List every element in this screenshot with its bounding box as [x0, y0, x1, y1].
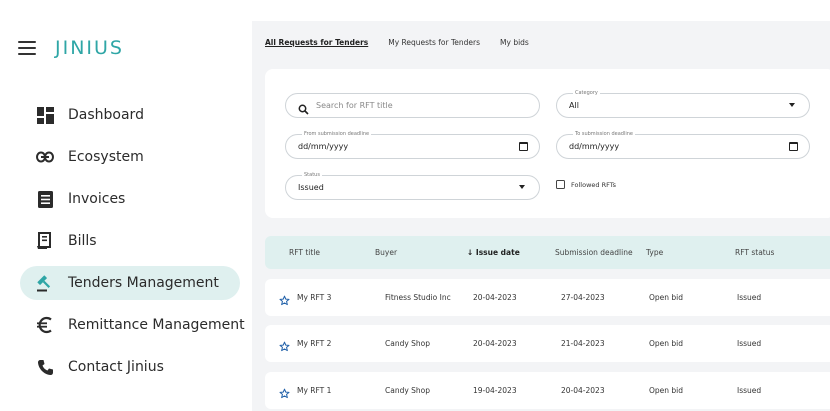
search-input[interactable]: Search for RFT title: [285, 93, 540, 118]
cell-type: Open bid: [649, 293, 684, 302]
table-header: RFT title Buyer ↓ Issue date Submission …: [265, 236, 830, 269]
app-logo: JINIUS: [55, 37, 124, 59]
sidebar-item-remittance-management[interactable]: Remittance Management: [20, 308, 245, 342]
sidebar-item-label: Ecosystem: [68, 149, 144, 165]
cell-submission-deadline: 27-04-2023: [561, 293, 605, 302]
cell-rft-status: Issued: [737, 293, 762, 302]
cell-rft-title: My RFT 1: [297, 386, 332, 395]
tab-all-requests[interactable]: All Requests for Tenders: [265, 38, 368, 47]
sidebar: JINIUS Dashboard Ecosystem Invoices Bill…: [0, 0, 252, 411]
category-select[interactable]: Category All: [556, 89, 810, 118]
star-icon[interactable]: [279, 337, 290, 352]
cell-buyer: Fitness Studio Inc: [385, 293, 451, 302]
search-icon: [298, 100, 309, 115]
from-deadline-label: From submission deadline: [302, 130, 372, 138]
filter-panel: Search for RFT title Category All From s…: [265, 69, 830, 218]
table-row[interactable]: My RFT 3 Fitness Studio Inc 20-04-2023 2…: [265, 279, 830, 316]
sidebar-item-label: Remittance Management: [68, 317, 245, 333]
menu-icon[interactable]: [18, 41, 36, 55]
main-content: All Requests for Tenders My Requests for…: [252, 21, 830, 411]
column-header-rft-status[interactable]: RFT status: [735, 248, 774, 257]
cell-rft-title: My RFT 3: [297, 293, 332, 302]
followed-rfts-toggle[interactable]: Followed RFTs: [556, 180, 616, 189]
category-value: All: [569, 101, 579, 110]
sidebar-nav: Dashboard Ecosystem Invoices Bills Tende…: [20, 98, 245, 392]
sidebar-item-contact-jinius[interactable]: Contact Jinius: [20, 350, 240, 384]
sidebar-item-tenders-management[interactable]: Tenders Management: [20, 266, 240, 300]
column-header-issue-date[interactable]: ↓ Issue date: [467, 248, 520, 257]
euro-icon: [35, 315, 55, 335]
to-deadline-field[interactable]: To submission deadline dd/mm/yyyy: [556, 130, 810, 159]
link-icon: [35, 147, 55, 167]
tab-my-requests[interactable]: My Requests for Tenders: [388, 38, 480, 47]
to-deadline-label: To submission deadline: [573, 130, 635, 138]
search-placeholder: Search for RFT title: [316, 101, 393, 110]
sidebar-item-bills[interactable]: Bills: [20, 224, 240, 258]
dashboard-icon: [35, 105, 55, 125]
sidebar-item-dashboard[interactable]: Dashboard: [20, 98, 240, 132]
status-select[interactable]: Status Issued: [285, 171, 540, 200]
table-row[interactable]: My RFT 2 Candy Shop 20-04-2023 21-04-202…: [265, 325, 830, 362]
table-row[interactable]: My RFT 1 Candy Shop 19-04-2023 20-04-202…: [265, 372, 830, 409]
sidebar-item-label: Tenders Management: [68, 275, 219, 291]
column-header-label: Issue date: [475, 248, 520, 257]
cell-rft-status: Issued: [737, 339, 762, 348]
tab-my-bids[interactable]: My bids: [500, 38, 529, 47]
column-header-type[interactable]: Type: [646, 248, 663, 257]
cell-rft-title: My RFT 2: [297, 339, 332, 348]
status-label: Status: [302, 171, 322, 179]
sidebar-item-ecosystem[interactable]: Ecosystem: [20, 140, 240, 174]
sidebar-item-label: Dashboard: [68, 107, 144, 123]
column-header-buyer[interactable]: Buyer: [375, 248, 397, 257]
followed-rfts-label: Followed RFTs: [571, 180, 617, 189]
cell-buyer: Candy Shop: [385, 386, 431, 395]
cell-submission-deadline: 20-04-2023: [561, 386, 605, 395]
sidebar-item-invoices[interactable]: Invoices: [20, 182, 240, 216]
cell-submission-deadline: 21-04-2023: [561, 339, 605, 348]
cell-type: Open bid: [649, 339, 684, 348]
calendar-icon[interactable]: [789, 142, 798, 151]
status-value: Issued: [298, 183, 324, 192]
from-deadline-value: dd/mm/yyyy: [298, 142, 349, 151]
chevron-down-icon: [789, 103, 795, 107]
followed-rfts-checkbox[interactable]: [556, 180, 565, 189]
cell-issue-date: 20-04-2023: [473, 293, 517, 302]
category-label: Category: [573, 89, 600, 97]
chevron-down-icon: [519, 185, 525, 189]
column-header-rft-title[interactable]: RFT title: [289, 248, 320, 257]
cell-buyer: Candy Shop: [385, 339, 431, 348]
tab-bar: All Requests for Tenders My Requests for…: [265, 38, 549, 47]
to-deadline-value: dd/mm/yyyy: [569, 142, 620, 151]
star-icon[interactable]: [279, 384, 290, 399]
cell-issue-date: 19-04-2023: [473, 386, 517, 395]
invoice-icon: [35, 189, 55, 209]
cell-issue-date: 20-04-2023: [473, 339, 517, 348]
cell-rft-status: Issued: [737, 386, 762, 395]
calendar-icon[interactable]: [519, 142, 528, 151]
cell-type: Open bid: [649, 386, 684, 395]
gavel-icon: [35, 273, 55, 293]
phone-icon: [35, 357, 55, 377]
sidebar-item-label: Contact Jinius: [68, 359, 164, 375]
sidebar-item-label: Bills: [68, 233, 97, 249]
column-header-submission-deadline[interactable]: Submission deadline: [555, 248, 633, 257]
star-icon[interactable]: [279, 291, 290, 306]
receipt-icon: [35, 231, 55, 251]
sort-arrow-icon: ↓: [467, 248, 474, 257]
from-deadline-field[interactable]: From submission deadline dd/mm/yyyy: [285, 130, 540, 159]
sidebar-item-label: Invoices: [68, 191, 126, 207]
